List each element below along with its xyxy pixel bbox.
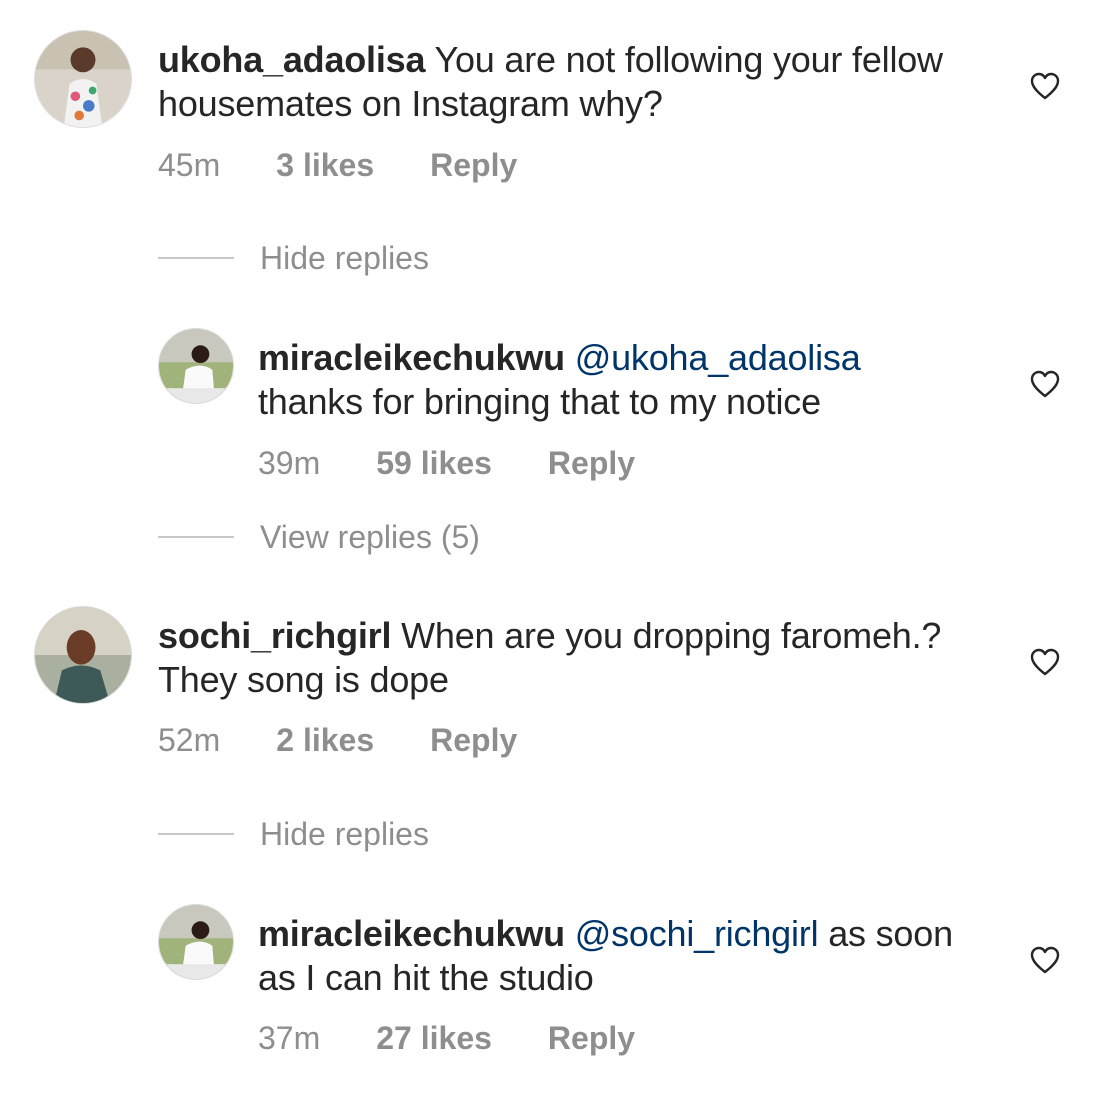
hide-replies-label: Hide replies [260, 816, 429, 852]
reply-text-line: as I can hit the studio [258, 957, 594, 998]
hide-replies-toggle[interactable]: Hide replies [158, 814, 429, 854]
hide-replies-toggle[interactable]: Hide replies [158, 238, 429, 278]
heart-icon[interactable] [1030, 370, 1060, 398]
avatar-miracleikechukwu[interactable] [158, 904, 234, 980]
avatar-sochi-richgirl[interactable] [34, 606, 132, 704]
comment-time: 45m [158, 147, 221, 183]
comment-time: 52m [158, 722, 221, 758]
comment-text-line: When are you dropping faromeh.? [401, 615, 942, 656]
thread-divider [158, 833, 234, 835]
comment-username[interactable]: ukoha_adaolisa [158, 39, 426, 80]
likes-count[interactable]: 27 likes [376, 1018, 492, 1058]
thread-divider [158, 536, 234, 538]
reply-body: miracleikechukwu @sochi_richgirl as soon… [258, 912, 953, 1000]
comment-text-line: They song is dope [158, 659, 449, 700]
reply-text-line: as soon [828, 913, 953, 954]
view-replies-toggle[interactable]: View replies (5) [158, 517, 480, 557]
comment-text-line: housemates on Instagram why? [158, 83, 663, 124]
likes-count[interactable]: 2 likes [276, 720, 374, 760]
reply-button[interactable]: Reply [548, 1018, 635, 1058]
comment-meta: 52m 2 likes Reply [158, 720, 517, 760]
reply-button[interactable]: Reply [430, 720, 517, 760]
view-replies-label: View replies (5) [260, 519, 480, 555]
comment-meta: 45m 3 likes Reply [158, 145, 517, 185]
reply-meta: 37m 27 likes Reply [258, 1018, 635, 1058]
reply-meta: 39m 59 likes Reply [258, 443, 635, 483]
hide-replies-label: Hide replies [260, 240, 429, 276]
reply-button[interactable]: Reply [430, 145, 517, 185]
reply-time: 39m [258, 445, 321, 481]
thread-divider [158, 257, 234, 259]
reply-username[interactable]: miracleikechukwu [258, 913, 565, 954]
reply-time: 37m [258, 1020, 321, 1056]
likes-count[interactable]: 3 likes [276, 145, 374, 185]
mention-link[interactable]: @ukoha_adaolisa [575, 337, 861, 378]
heart-icon[interactable] [1030, 72, 1060, 100]
mention-link[interactable]: @sochi_richgirl [575, 913, 819, 954]
reply-body: miracleikechukwu @ukoha_adaolisa thanks … [258, 336, 861, 424]
reply-button[interactable]: Reply [548, 443, 635, 483]
comment-username[interactable]: sochi_richgirl [158, 615, 391, 656]
avatar-ukoha-adaolisa[interactable] [34, 30, 132, 128]
likes-count[interactable]: 59 likes [376, 443, 492, 483]
heart-icon[interactable] [1030, 946, 1060, 974]
comment-body: sochi_richgirl When are you dropping far… [158, 614, 941, 702]
comment-body: ukoha_adaolisa You are not following you… [158, 38, 943, 126]
comment-text-line: You are not following your fellow [434, 39, 943, 80]
avatar-miracleikechukwu[interactable] [158, 328, 234, 404]
reply-text-line: thanks for bringing that to my notice [258, 381, 821, 422]
reply-username[interactable]: miracleikechukwu [258, 337, 565, 378]
heart-icon[interactable] [1030, 648, 1060, 676]
